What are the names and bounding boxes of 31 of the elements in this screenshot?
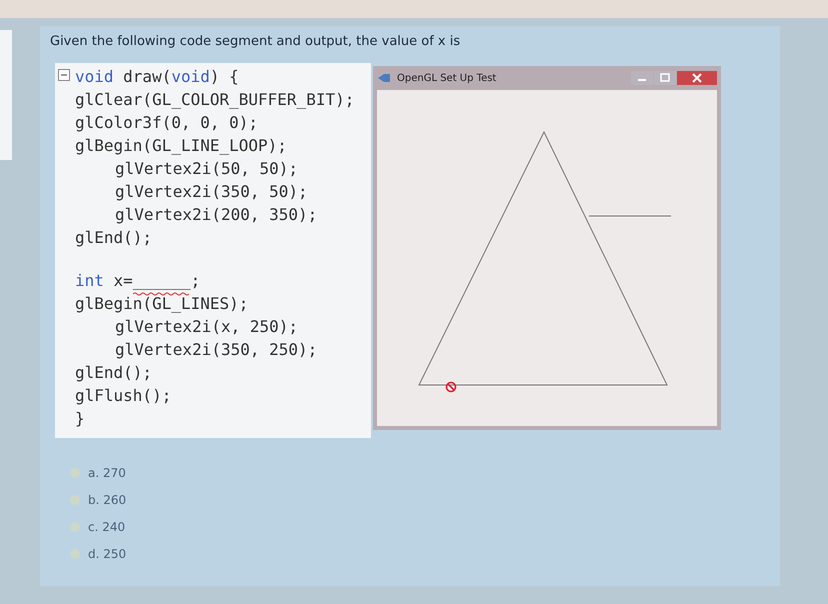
code-line: void draw(void) { xyxy=(75,66,240,88)
code-line: glBegin(GL_LINES); xyxy=(75,293,250,315)
code-line: glVertex2i(200, 350); xyxy=(114,204,318,226)
close-button[interactable] xyxy=(677,71,717,85)
option-label: c. 240 xyxy=(88,520,126,534)
app-icon xyxy=(377,73,391,83)
code-line: glFlush(); xyxy=(75,385,172,407)
radio-button[interactable] xyxy=(70,549,80,559)
code-line: glEnd(); xyxy=(75,362,154,384)
code-line: glClear(GL_COLOR_BUFFER_BIT); xyxy=(75,89,356,111)
option-label: d. 250 xyxy=(88,547,126,561)
code-line: glEnd(); xyxy=(75,227,154,249)
code-line: glVertex2i(350, 50); xyxy=(114,181,309,203)
radio-button[interactable] xyxy=(70,495,80,505)
window-title: OpenGL Set Up Test xyxy=(397,72,496,84)
question-text: Given the following code segment and output, the value of x is xyxy=(50,34,462,49)
code-line: } xyxy=(75,408,86,430)
code-line: glVertex2i(50, 50); xyxy=(114,158,300,180)
code-line: glColor3f(0, 0, 0); xyxy=(75,112,260,134)
radio-button[interactable] xyxy=(70,522,80,532)
cursor-icon xyxy=(446,382,456,392)
maximize-button[interactable] xyxy=(654,71,676,85)
code-line: glVertex2i(350, 250); xyxy=(114,339,318,361)
minimize-button[interactable] xyxy=(631,71,653,85)
radio-button[interactable] xyxy=(70,468,80,478)
option-label: b. 260 xyxy=(88,493,126,507)
collapse-icon[interactable] xyxy=(58,69,70,81)
code-line: int x=______; xyxy=(75,269,371,292)
code-line: glBegin(GL_LINE_LOOP); xyxy=(75,135,288,157)
code-line: glVertex2i(x, 250); xyxy=(114,316,300,338)
option-label: a. 270 xyxy=(88,466,126,480)
